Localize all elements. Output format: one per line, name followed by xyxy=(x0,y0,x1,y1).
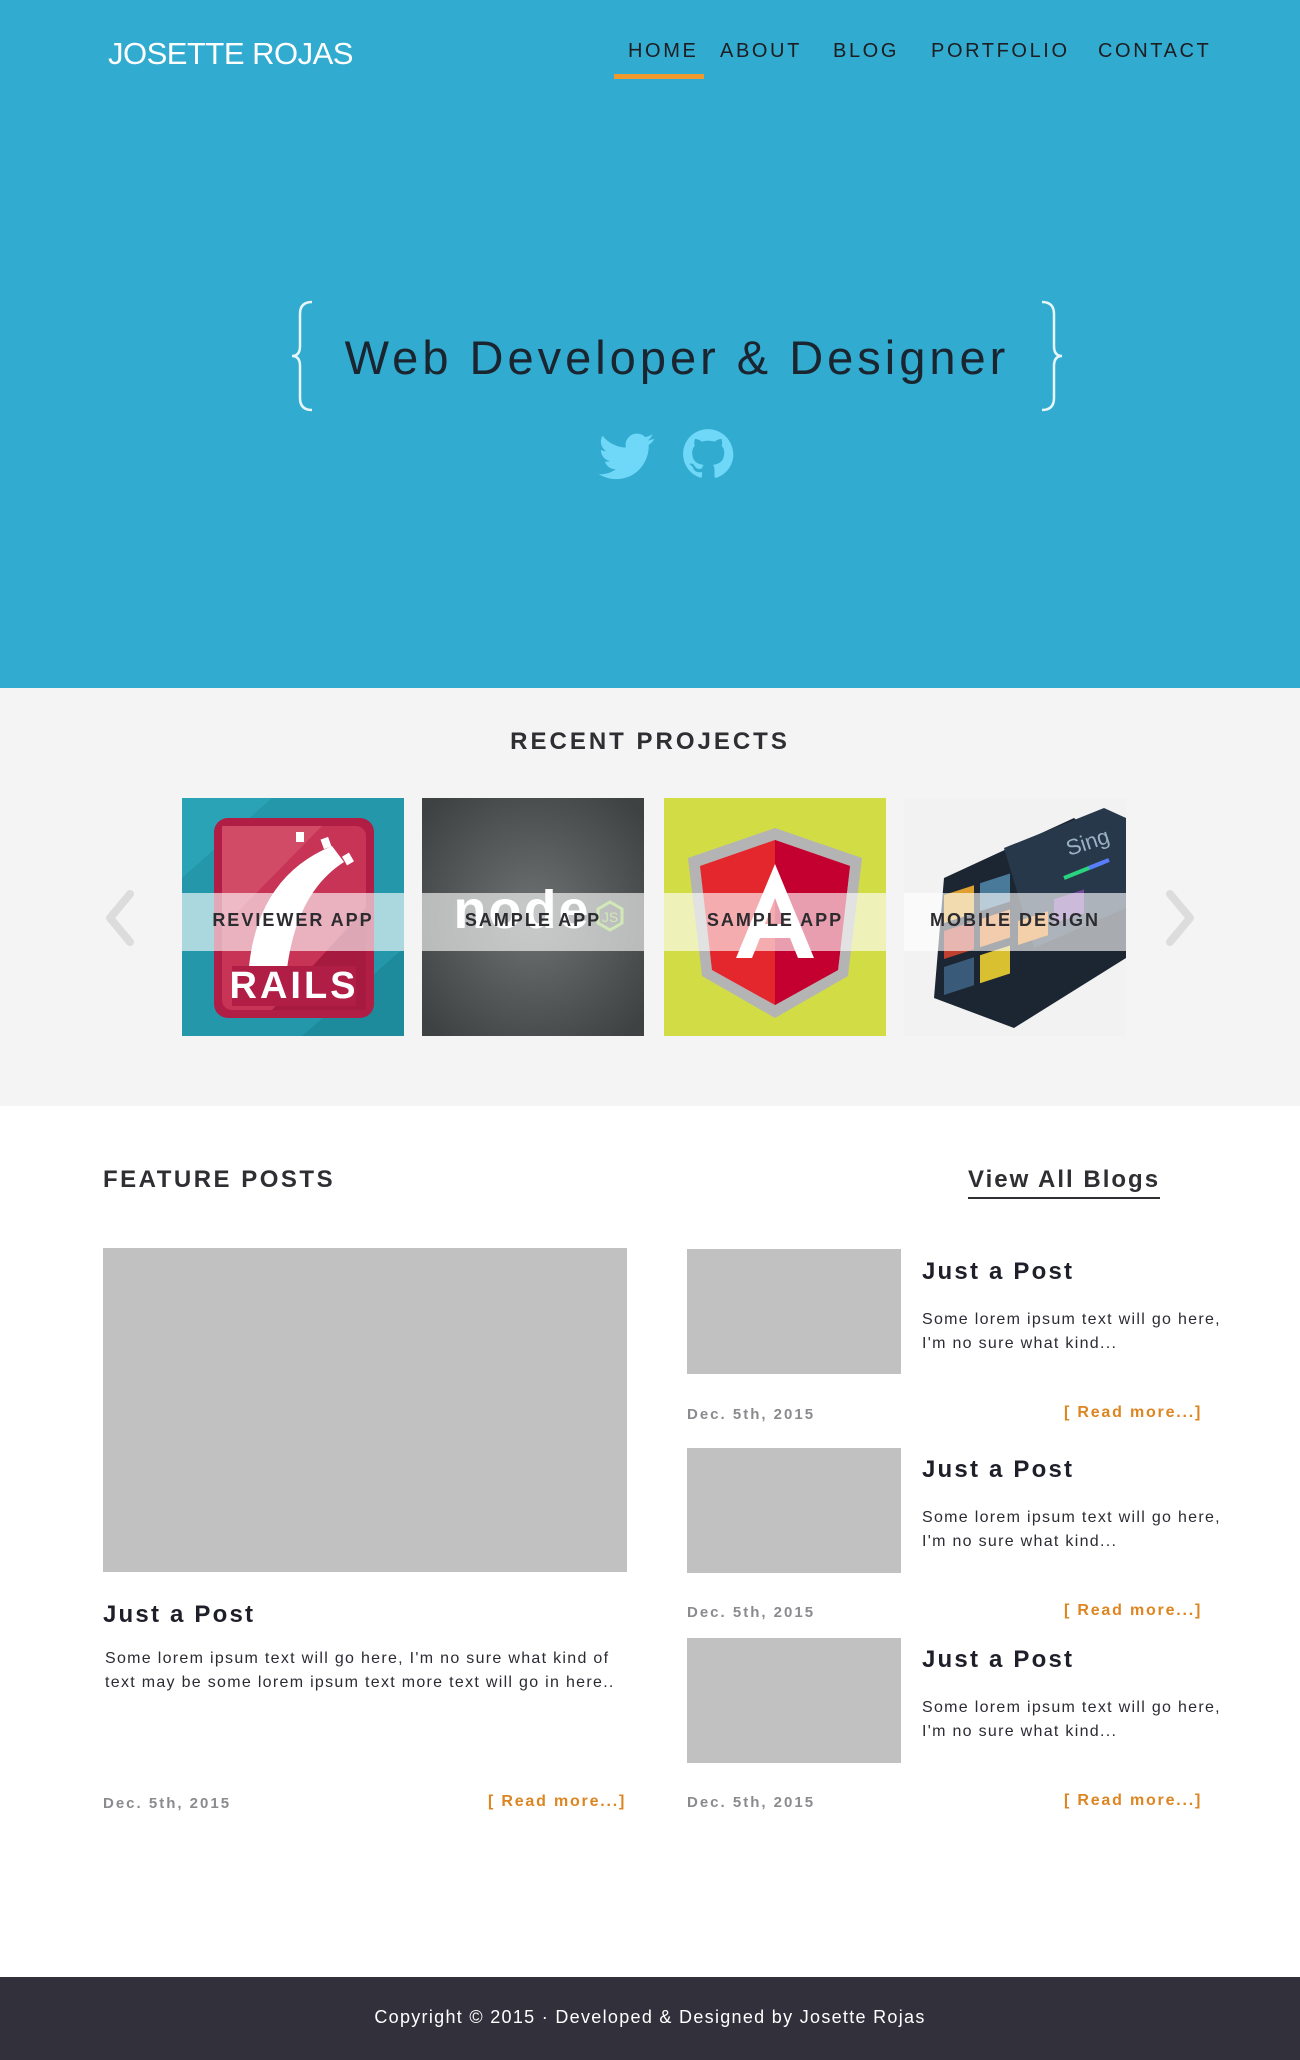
chevron-right-icon[interactable] xyxy=(1160,888,1200,948)
side-post-image-placeholder[interactable] xyxy=(687,1249,901,1374)
project-label: REVIEWER APP xyxy=(212,910,374,930)
project-label: MOBILE DESIGN xyxy=(929,910,1100,930)
side-post-read-more-link[interactable]: [ Read more...] xyxy=(1064,1792,1202,1810)
hero-section: JOSETTE ROJAS HOME ABOUT BLOG PORTFOLIO … xyxy=(0,0,1300,688)
main-post-excerpt: Some lorem ipsum text will go here, I'm … xyxy=(105,1650,615,1691)
nav-item-home[interactable]: HOME xyxy=(628,40,698,63)
main-nav: HOME ABOUT BLOG PORTFOLIO CONTACT xyxy=(0,40,1300,80)
footer-copyright: Copyright © 2015 · Developed & Designed … xyxy=(374,2007,926,2027)
recent-projects-section: RECENT PROJECTS RAILS REVIEWER APP SAMPL… xyxy=(0,688,1300,1106)
project-tile-sample-app-node[interactable]: node JS SAMPLE APP xyxy=(422,798,644,1036)
project-label: SAMPLE APP xyxy=(464,910,602,930)
nav-item-portfolio[interactable]: PORTFOLIO xyxy=(931,40,1070,63)
right-brace-icon xyxy=(1041,300,1063,412)
nav-item-contact[interactable]: CONTACT xyxy=(1098,40,1211,63)
side-post-excerpt: Some lorem ipsum text will go here, I'm … xyxy=(922,1509,1221,1550)
project-label: SAMPLE APP xyxy=(706,910,844,930)
main-post-image-placeholder[interactable] xyxy=(103,1248,627,1572)
project-tile-sample-app-angular[interactable]: SAMPLE APP xyxy=(664,798,886,1036)
nav-item-blog[interactable]: BLOG xyxy=(833,40,899,63)
social-links xyxy=(0,428,1300,488)
side-post-date: Dec. 5th, 2015 xyxy=(687,1406,816,1423)
github-icon[interactable] xyxy=(682,428,734,480)
side-post-title[interactable]: Just a Post xyxy=(922,1456,1074,1484)
nav-active-underline xyxy=(614,74,704,79)
side-post-title[interactable]: Just a Post xyxy=(922,1258,1074,1286)
side-post-excerpt: Some lorem ipsum text will go here, I'm … xyxy=(922,1311,1221,1352)
side-post-date: Dec. 5th, 2015 xyxy=(687,1604,816,1621)
recent-projects-title: RECENT PROJECTS xyxy=(510,728,790,755)
main-post-date: Dec. 5th, 2015 xyxy=(103,1795,232,1812)
feature-posts-title: FEATURE POSTS xyxy=(103,1166,336,1193)
main-post-read-more-link[interactable]: [ Read more...] xyxy=(488,1793,626,1811)
hero-headline-block: Web Developer & Designer xyxy=(290,300,1064,412)
project-tile-mobile-design[interactable]: Sing MOBILE DESIGN xyxy=(904,798,1126,1036)
side-post-excerpt: Some lorem ipsum text will go here, I'm … xyxy=(922,1699,1221,1740)
project-tile-reviewer-app[interactable]: RAILS REVIEWER APP xyxy=(182,798,404,1036)
nav-item-about[interactable]: ABOUT xyxy=(720,40,802,63)
svg-text:RAILS: RAILS xyxy=(230,965,359,1007)
chevron-left-icon[interactable] xyxy=(100,888,140,948)
hero-headline: Web Developer & Designer xyxy=(344,331,1010,384)
main-post-title[interactable]: Just a Post xyxy=(103,1601,255,1629)
twitter-icon[interactable] xyxy=(596,428,658,484)
side-post-read-more-link[interactable]: [ Read more...] xyxy=(1064,1404,1202,1422)
site-footer: Copyright © 2015 · Developed & Designed … xyxy=(0,1977,1300,2060)
side-post-title[interactable]: Just a Post xyxy=(922,1646,1074,1674)
side-post-read-more-link[interactable]: [ Read more...] xyxy=(1064,1602,1202,1620)
side-post-image-placeholder[interactable] xyxy=(687,1638,901,1763)
side-post-image-placeholder[interactable] xyxy=(687,1448,901,1573)
side-post-date: Dec. 5th, 2015 xyxy=(687,1794,816,1811)
view-all-blogs-link[interactable]: View All Blogs xyxy=(968,1166,1161,1199)
